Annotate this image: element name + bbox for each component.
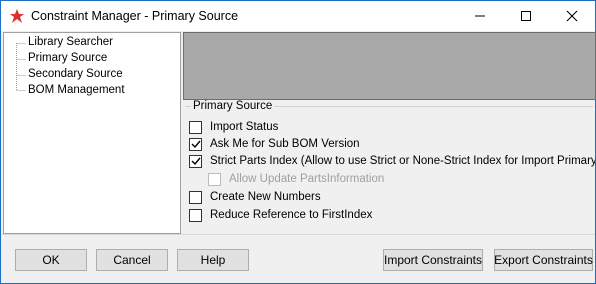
title-bar[interactable]: Constraint Manager - Primary Source (1, 1, 595, 31)
minimize-icon (475, 15, 485, 17)
ok-button[interactable]: OK (15, 249, 87, 271)
footer-divider (1, 234, 595, 235)
checkbox-box[interactable] (189, 137, 202, 151)
option-label: Allow Update PartsInformation (229, 173, 385, 185)
strict-parts-index-checkbox[interactable]: Strict Parts Index (Allow to use Strict … (189, 154, 595, 168)
window-title: Constraint Manager - Primary Source (31, 9, 239, 23)
tree-item-library-searcher[interactable]: Library Searcher (28, 36, 113, 48)
option-label: Import Status (210, 121, 279, 133)
header-preview-area (183, 32, 596, 100)
export-constraints-button[interactable]: Export Constraints (494, 249, 593, 271)
maximize-icon (521, 11, 531, 21)
import-status-checkbox[interactable]: Import Status (189, 120, 278, 134)
checkbox-box[interactable] (189, 154, 202, 168)
checkmark-icon (191, 157, 201, 165)
option-label: Strict Parts Index (Allow to use Strict … (210, 155, 595, 167)
allow-update-partsinformation-checkbox: Allow Update PartsInformation (208, 172, 384, 186)
create-new-numbers-checkbox[interactable]: Create New Numbers (189, 190, 321, 204)
close-button[interactable] (549, 1, 595, 31)
primary-source-panel: Primary Source Import Status Ask Me for … (183, 100, 595, 233)
help-button[interactable]: Help (177, 249, 249, 271)
option-label: Create New Numbers (210, 191, 321, 203)
checkbox-box[interactable] (189, 120, 202, 134)
constraint-manager-window: Constraint Manager - Primary Source Libr… (0, 0, 596, 284)
group-label: Primary Source (191, 100, 275, 112)
reduce-reference-checkbox[interactable]: Reduce Reference to FirstIndex (189, 208, 372, 222)
maximize-button[interactable] (503, 1, 549, 31)
minimize-button[interactable] (457, 1, 503, 31)
option-label: Ask Me for Sub BOM Version (210, 138, 360, 150)
tree-item-primary-source[interactable]: Primary Source (28, 52, 107, 64)
ask-sub-bom-version-checkbox[interactable]: Ask Me for Sub BOM Version (189, 137, 360, 151)
checkbox-box[interactable] (189, 190, 202, 204)
tree-connector-lines (16, 43, 26, 91)
option-label: Reduce Reference to FirstIndex (210, 209, 373, 221)
navigation-tree[interactable]: Library Searcher Primary Source Secondar… (3, 32, 181, 234)
checkmark-icon (191, 140, 201, 148)
cancel-button[interactable]: Cancel (96, 249, 168, 271)
checkbox-box (208, 172, 221, 186)
tree-item-bom-management[interactable]: BOM Management (28, 84, 125, 96)
checkbox-box[interactable] (189, 208, 202, 222)
app-icon (10, 9, 24, 23)
close-icon (566, 10, 578, 22)
tree-item-secondary-source[interactable]: Secondary Source (28, 68, 123, 80)
import-constraints-button[interactable]: Import Constraints (383, 249, 483, 271)
